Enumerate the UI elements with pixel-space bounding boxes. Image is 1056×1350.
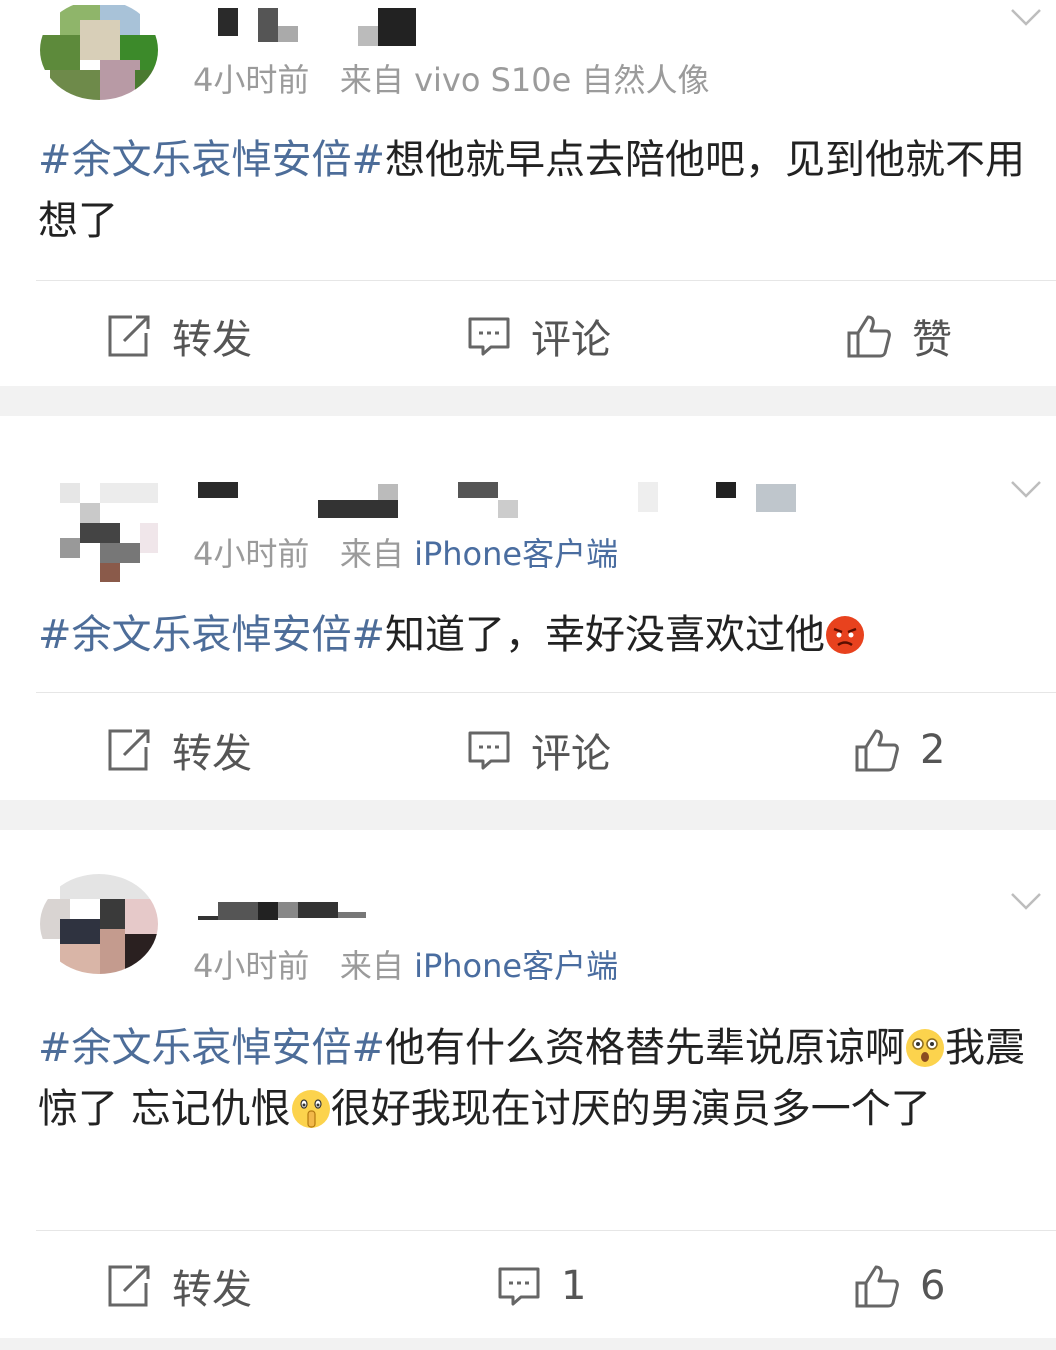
- hashtag-link[interactable]: #余文乐哀悼安倍#: [38, 137, 385, 183]
- divider: [36, 692, 1056, 693]
- comment-button[interactable]: 评论: [467, 308, 611, 364]
- comment-button[interactable]: 1: [497, 1258, 586, 1314]
- like-button[interactable]: 6: [854, 1258, 945, 1314]
- post-source: vivo S10e 自然人像: [414, 61, 710, 99]
- divider: [36, 280, 1056, 281]
- username-redacted[interactable]: [198, 480, 798, 520]
- repost-icon: [108, 315, 150, 357]
- post-time: 4小时前: [193, 947, 310, 985]
- comment-label: 评论: [531, 317, 611, 363]
- post-source[interactable]: iPhone客户端: [414, 535, 618, 573]
- source-prefix: 来自: [339, 947, 404, 985]
- post-body-1: 他有什么资格替先辈说原谅啊: [385, 1025, 906, 1071]
- post-time: 4小时前: [193, 61, 310, 99]
- repost-label: 转发: [172, 317, 252, 363]
- post-meta: 4小时前 来自 iPhone客户端: [193, 534, 618, 574]
- post-body: 知道了，幸好没喜欢过他: [385, 612, 826, 658]
- repost-label: 转发: [172, 1267, 252, 1313]
- avatar[interactable]: [40, 874, 158, 974]
- repost-button[interactable]: 转发: [106, 722, 252, 778]
- comment-icon: [498, 1267, 540, 1306]
- angry-face-icon: [826, 616, 865, 654]
- post-body-3: 很好我现在讨厌的男演员多一个了: [330, 1086, 931, 1132]
- thumbs-up-icon: [847, 315, 891, 358]
- hashtag-link[interactable]: #余文乐哀悼安倍#: [38, 612, 385, 658]
- comment-count: 1: [561, 1263, 587, 1309]
- repost-button[interactable]: 转发: [106, 1258, 252, 1314]
- repost-label: 转发: [172, 731, 252, 777]
- repost-button[interactable]: 转发: [106, 308, 252, 364]
- thumbs-up-icon: [855, 729, 899, 772]
- thumbs-up-icon: [855, 1265, 899, 1308]
- hashtag-link[interactable]: #余文乐哀悼安倍#: [38, 1025, 385, 1071]
- comment-icon: [468, 317, 510, 356]
- avatar[interactable]: [40, 478, 158, 582]
- post-card-1: 4小时前 来自 vivo S10e 自然人像 #余文乐哀悼安倍#想他就早点去陪他…: [0, 0, 1056, 386]
- like-label: 赞: [912, 317, 952, 363]
- divider: [36, 1230, 1056, 1231]
- like-button[interactable]: 2: [854, 722, 945, 778]
- like-button[interactable]: 赞: [846, 308, 952, 364]
- shush-face-icon: [291, 1090, 330, 1128]
- post-meta: 4小时前 来自 vivo S10e 自然人像: [193, 60, 710, 100]
- post-text: #余文乐哀悼安倍#知道了，幸好没喜欢过他: [38, 605, 1038, 666]
- post-text: #余文乐哀悼安倍#他有什么资格替先辈说原谅啊 我震惊了 忘记仇恨 很好我现在讨厌的男…: [38, 1018, 1038, 1140]
- chevron-down-icon[interactable]: [1008, 472, 1044, 508]
- source-prefix: 来自: [339, 535, 404, 573]
- repost-icon: [108, 1265, 150, 1307]
- repost-icon: [108, 729, 150, 771]
- astonished-face-icon: [906, 1029, 945, 1067]
- like-count: 6: [920, 1263, 946, 1309]
- comment-icon: [468, 731, 510, 770]
- post-meta: 4小时前 来自 iPhone客户端: [193, 946, 618, 986]
- username-redacted[interactable]: [198, 900, 368, 922]
- comment-button[interactable]: 评论: [467, 722, 611, 778]
- chevron-down-icon[interactable]: [1008, 0, 1044, 36]
- chevron-down-icon[interactable]: [1008, 884, 1044, 920]
- post-time: 4小时前: [193, 535, 310, 573]
- like-count: 2: [920, 727, 946, 773]
- comment-label: 评论: [531, 731, 611, 777]
- source-prefix: 来自: [339, 61, 404, 99]
- post-card-2: 4小时前 来自 iPhone客户端 #余文乐哀悼安倍#知道了，幸好没喜欢过他 转…: [0, 416, 1056, 800]
- post-source[interactable]: iPhone客户端: [414, 947, 618, 985]
- post-text: #余文乐哀悼安倍#想他就早点去陪他吧，见到他就不用想了: [38, 130, 1038, 252]
- username-redacted[interactable]: [218, 8, 418, 46]
- avatar[interactable]: [40, 0, 158, 100]
- post-card-3: 4小时前 来自 iPhone客户端 #余文乐哀悼安倍#他有什么资格替先辈说原谅啊…: [0, 830, 1056, 1338]
